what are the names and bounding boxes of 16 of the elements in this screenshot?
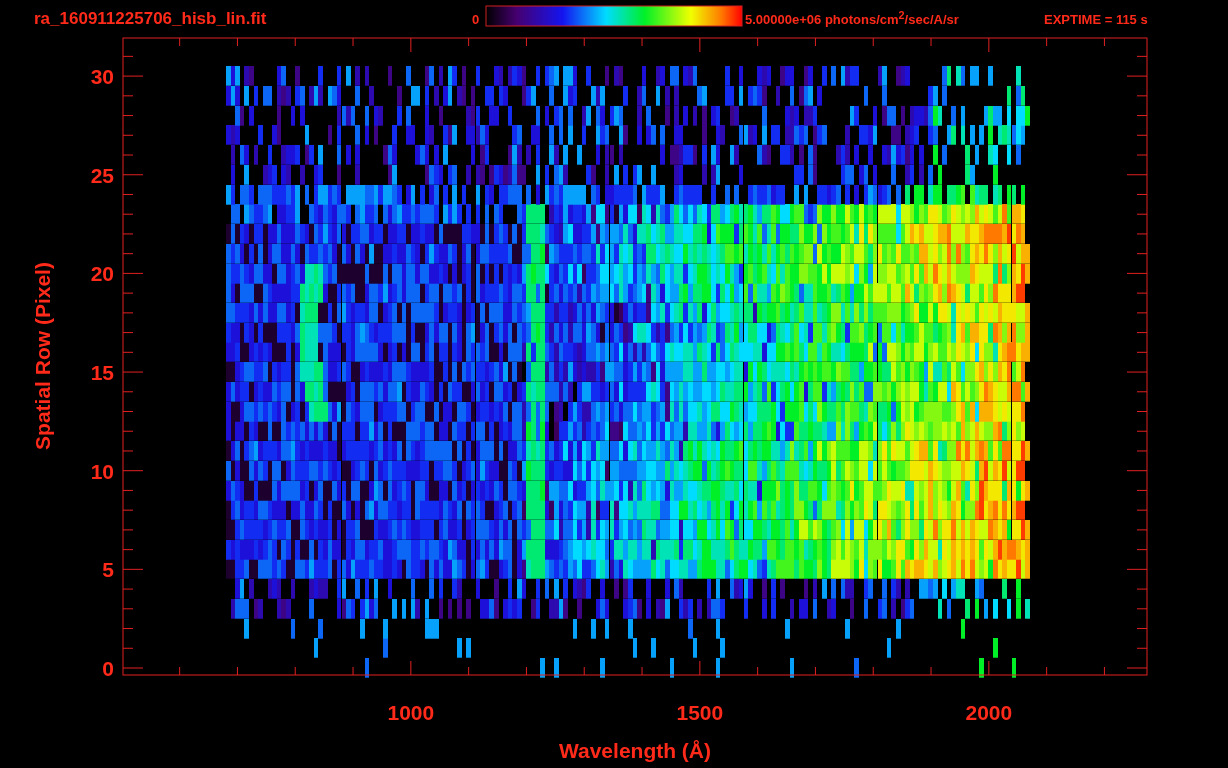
y-tick-label: 15 bbox=[90, 361, 114, 385]
x-tick-label: 2000 bbox=[965, 701, 1013, 724]
y-tick-label: 0 bbox=[102, 657, 114, 680]
y-tick-label: 10 bbox=[90, 459, 114, 483]
y-tick-label: 20 bbox=[90, 262, 114, 286]
x-tick-label: 1500 bbox=[676, 701, 724, 724]
x-tick-label: 1000 bbox=[387, 701, 435, 724]
plot-title: ra_160911225706_hisb_lin.fit bbox=[34, 9, 267, 28]
colorbar-max-label: 5.00000e+06 photons/cm$^{2}$/sec/A/sr bbox=[745, 8, 959, 29]
x-axis-title: Wavelength (Å) bbox=[558, 739, 712, 762]
exposure-label: EXPTIME = 115 s bbox=[1044, 12, 1148, 27]
y-axis-title: Spatial Row (Pixel) bbox=[31, 262, 54, 450]
y-tick-label: 30 bbox=[90, 65, 114, 89]
colorbar-min-label: 0 bbox=[472, 12, 480, 27]
y-tick-label: 5 bbox=[102, 558, 114, 582]
y-tick-label: 25 bbox=[90, 163, 114, 187]
